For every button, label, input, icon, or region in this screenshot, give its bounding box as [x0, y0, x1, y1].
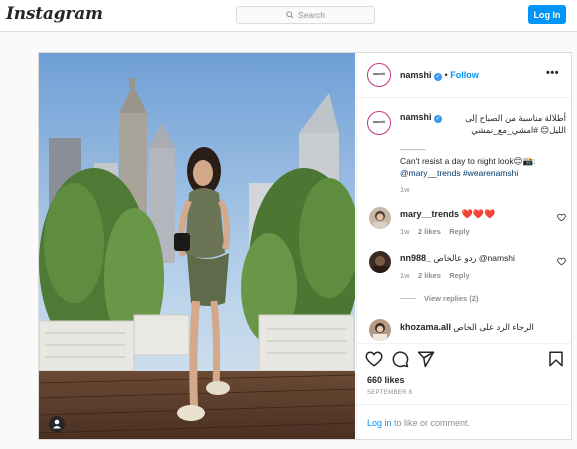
replies-divider	[400, 298, 416, 300]
reply-button[interactable]: Reply	[449, 227, 469, 236]
likes-count[interactable]: 660 likes	[367, 375, 405, 385]
comment-text: الرجاء الرد على الخاص	[453, 322, 534, 332]
search-input[interactable]: Search	[236, 6, 375, 24]
instagram-logo[interactable]: Instagram	[6, 4, 103, 24]
caption-age: 1w	[400, 185, 410, 194]
caption-author[interactable]: namshi	[400, 112, 432, 122]
author-username[interactable]: namshi	[400, 70, 432, 80]
commenter-username[interactable]: khozama.all	[400, 322, 451, 332]
more-options-icon[interactable]: •••	[546, 67, 559, 79]
namshi-logo: namshi	[371, 115, 387, 131]
commenter-avatar[interactable]	[369, 251, 391, 273]
author-line: namshi ✓ • Follow	[400, 70, 479, 81]
view-replies-label[interactable]: View replies (2)	[424, 294, 478, 303]
login-prompt-text: to like or comment.	[391, 418, 471, 428]
caption-separator: ———	[400, 144, 426, 154]
login-prompt: Log in to like or comment.	[357, 404, 573, 440]
post-actions: 660 likes SEPTEMBER 8 Log in to like or …	[357, 343, 573, 439]
post-photo[interactable]	[39, 53, 355, 439]
post-image	[39, 53, 355, 439]
view-replies[interactable]: View replies (2)	[400, 293, 478, 303]
comment-icon[interactable]	[391, 350, 409, 368]
heart-icon[interactable]	[557, 257, 566, 266]
comment-row: khozama.all الرجاء الرد على الخاص	[400, 322, 534, 333]
heart-icon[interactable]	[365, 350, 383, 368]
login-button[interactable]: Log In	[528, 5, 566, 24]
search-icon	[286, 11, 294, 19]
comments-section: namshi namshi ✓ أطلالة مناسبة من الصباح …	[357, 99, 573, 342]
separator-dot: •	[444, 70, 448, 80]
comment-text: ❤️❤️❤️	[461, 209, 496, 219]
commenter-username[interactable]: mary__trends	[400, 209, 459, 219]
reply-button[interactable]: Reply	[449, 271, 469, 280]
comment-row: nn988_ ردو عالخاص @namshi	[400, 253, 515, 264]
commenter-username[interactable]: nn988_	[400, 253, 431, 263]
commenter-avatar[interactable]	[369, 207, 391, 229]
post-date: SEPTEMBER 8	[367, 390, 413, 396]
caption-author-line: namshi ✓	[400, 112, 443, 123]
commenter-avatar[interactable]	[369, 319, 391, 341]
comment-meta: 1w 2 likes Reply	[400, 227, 470, 236]
comment-row: mary__trends ❤️❤️❤️	[400, 209, 495, 220]
comment-text: ردو عالخاص @namshi	[433, 253, 515, 263]
verified-icon: ✓	[434, 115, 443, 123]
caption-author-avatar[interactable]: namshi	[367, 111, 391, 135]
heart-icon[interactable]	[557, 213, 566, 222]
author-avatar[interactable]: namshi	[367, 63, 391, 87]
caption-links[interactable]: @mary__trends #wearenamshi	[400, 167, 518, 179]
bookmark-icon[interactable]	[547, 350, 565, 368]
share-icon[interactable]	[417, 350, 435, 368]
verified-icon: ✓	[434, 73, 443, 81]
top-navigation-bar: Instagram Search Log In	[0, 0, 577, 32]
comment-age: 1w	[400, 271, 410, 280]
caption-arabic: أطلالة مناسبة من الصباح إلى الليل😊 #امشي…	[465, 113, 566, 135]
follow-button[interactable]: Follow	[450, 70, 479, 80]
comment-likes[interactable]: 2 likes	[418, 227, 441, 236]
post-side-panel: namshi namshi ✓ • Follow ••• namshi nams…	[356, 53, 573, 439]
user-tag-icon[interactable]	[49, 416, 65, 432]
post-header: namshi namshi ✓ • Follow •••	[357, 53, 573, 98]
login-link[interactable]: Log in	[367, 418, 392, 428]
comment-age: 1w	[400, 227, 410, 236]
caption-english: Can't resist a day to night look😊📸:	[400, 156, 536, 166]
post-card: namshi namshi ✓ • Follow ••• namshi nams…	[38, 52, 573, 440]
comment-meta: 1w 2 likes Reply	[400, 271, 470, 280]
comment-likes[interactable]: 2 likes	[418, 271, 441, 280]
search-placeholder: Search	[298, 10, 325, 20]
namshi-logo: namshi	[371, 67, 387, 83]
